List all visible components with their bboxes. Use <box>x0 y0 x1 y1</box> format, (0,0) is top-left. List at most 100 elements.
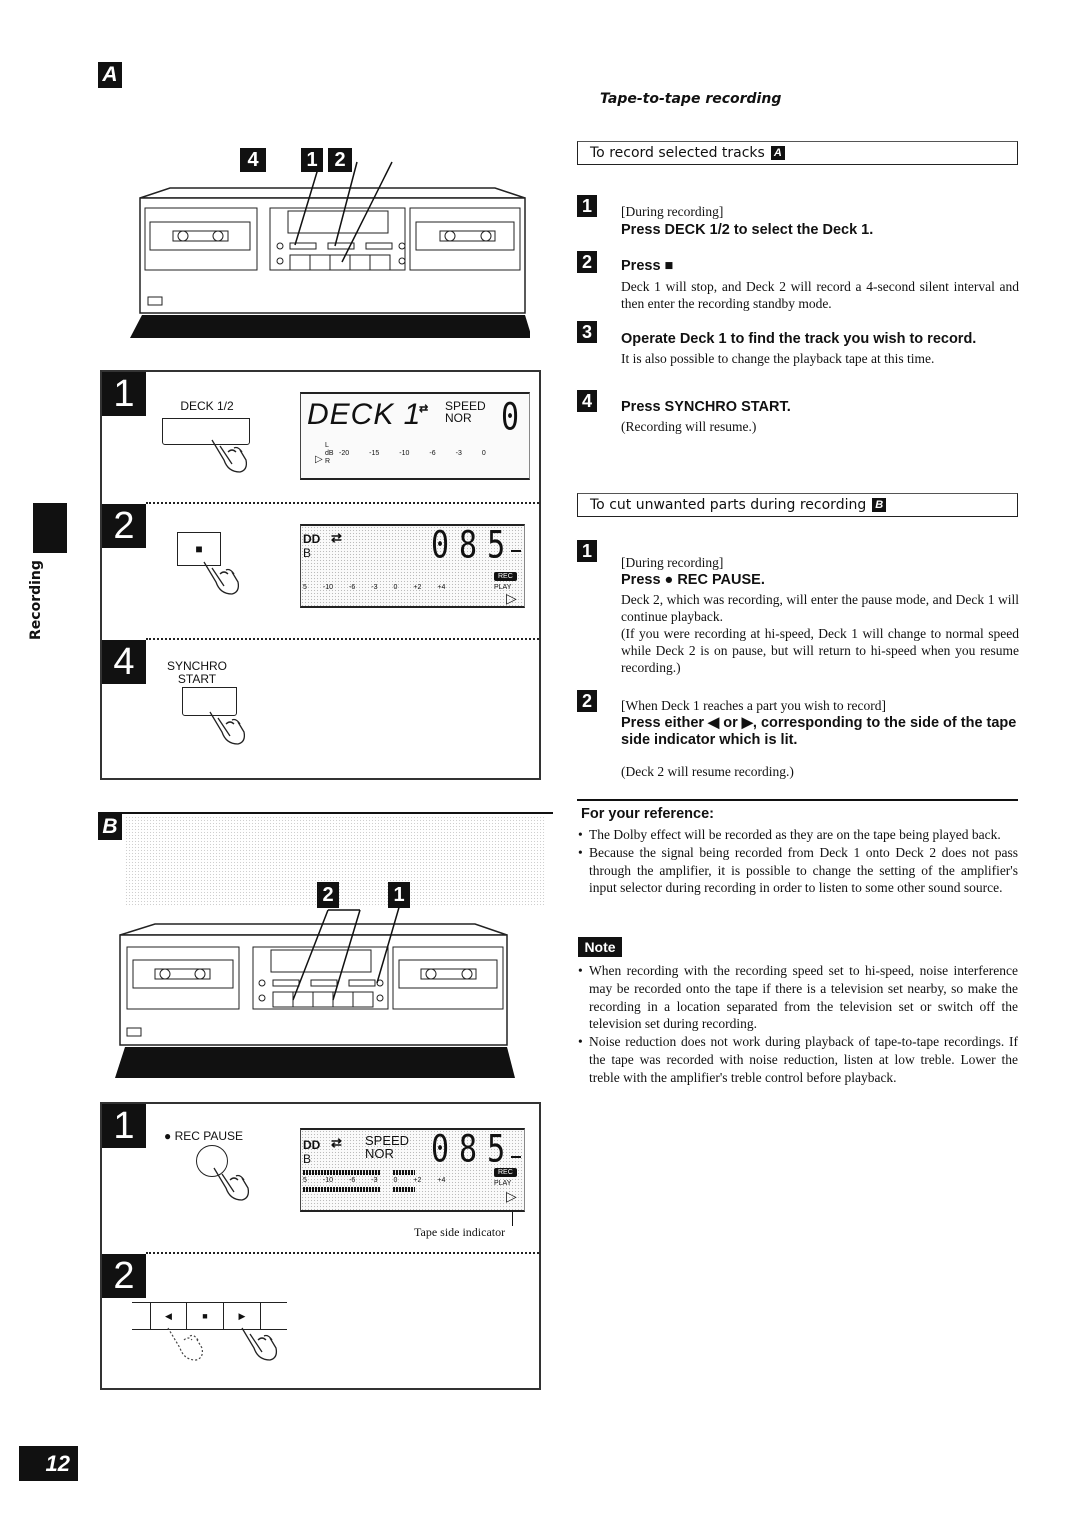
step-a3: Operate Deck 1 to find the track you wis… <box>621 331 1019 367</box>
scale-tick: +4 <box>437 584 446 591</box>
deck-1-2-label: DECK 1/2 <box>180 399 234 413</box>
section-a-marker: A <box>98 62 122 88</box>
page-title: Tape-to-tape recording <box>600 91 782 107</box>
callout-4: 4 <box>240 148 266 172</box>
scale-tick: -20 <box>339 450 350 457</box>
dolby-arrows-icon: ⇄ <box>331 1135 342 1150</box>
section-a-heading: To record selected tracks A <box>577 141 1018 165</box>
reference-item: The Dolby effect will be recorded as the… <box>578 826 1018 844</box>
lcd-display: DD ⇄ B SPEED NOR 085 5 -10 -6 -3 0 +2 +4… <box>300 1128 525 1212</box>
scale-tick: -10 <box>322 584 334 591</box>
step-instruction: Press ■ <box>621 258 674 274</box>
step-a4: Press SYNCHRO START. (Recording will res… <box>621 399 1019 435</box>
scale-tick: 5 <box>303 584 307 591</box>
section-b-heading: To cut unwanted parts during recording B <box>577 493 1018 517</box>
scale-tick: 0 <box>393 584 398 591</box>
scale-tick: -3 <box>371 584 378 591</box>
chapter-tab <box>33 503 67 553</box>
scale-tick: -10 <box>322 1177 334 1184</box>
figure-b-deck: 2 1 <box>115 880 515 1080</box>
panel-step-1: 1 DECK 1/2 DECK 1 ⇄ SPEED NOR 0 L dB R ▷… <box>102 372 539 497</box>
step-badge: 1 <box>102 1104 146 1148</box>
lcd-display: DD ⇄ B 085 5 -10 -6 -3 0 +2 +4 REC PLAY … <box>300 524 525 608</box>
counter-cursor <box>511 1156 521 1158</box>
dolby-arrows-icon: ⇄ <box>419 403 429 415</box>
step-description: Deck 1 will stop, and Deck 2 will record… <box>621 279 1019 311</box>
scale-tick: 0 <box>481 450 486 457</box>
callout-1: 1 <box>301 148 323 172</box>
step-condition: [When Deck 1 reaches a part you wish to … <box>621 698 887 713</box>
cassette-deck-illustration <box>115 903 515 1078</box>
step-number: 2 <box>577 690 597 712</box>
lcd-display: DECK 1 ⇄ SPEED NOR 0 L dB R ▷ -20 -15 -1… <box>300 392 530 480</box>
step-instruction: Press SYNCHRO START. <box>621 399 791 415</box>
lcd-counter: 085 <box>431 1127 516 1172</box>
db-label: dB <box>325 450 334 457</box>
callout-1: 1 <box>388 882 410 908</box>
level-meter-l-peak <box>393 1170 415 1175</box>
pressing-hand-icon <box>203 561 240 595</box>
callout-2: 2 <box>317 882 339 908</box>
panel-step-2: 2 ◀ ■ ▶ <box>102 1254 539 1390</box>
step-instruction: Press either ◀ or ▶, corresponding to th… <box>621 715 1017 748</box>
scale-tick: -3 <box>455 450 462 457</box>
step-a1: [During recording] Press DECK 1/2 to sel… <box>621 203 1019 239</box>
step-badge: 4 <box>102 640 146 684</box>
reference-title: For your reference: <box>581 806 714 822</box>
rec-pause-label: ● REC PAUSE <box>164 1129 244 1143</box>
dolby-icon: DD <box>303 532 321 546</box>
reference-rule <box>577 799 1018 801</box>
step-instruction: Press ● REC PAUSE. <box>621 572 765 588</box>
step-badge: 2 <box>102 1254 146 1298</box>
level-scale: -20 -15 -10 -6 -3 0 <box>339 450 486 457</box>
channel-l: L <box>325 442 329 449</box>
dolby-icon: DD <box>303 1138 321 1152</box>
step-b2: [When Deck 1 reaches a part you wish to … <box>621 697 1019 780</box>
step-description-note: (If you were recording at hi-speed, Deck… <box>621 626 1019 675</box>
rec-badge: REC <box>494 572 517 581</box>
step-instruction: Press DECK 1/2 to select the Deck 1. <box>621 222 874 238</box>
lcd-deck-text: DECK 1 <box>307 398 422 431</box>
scale-tick: 5 <box>303 1177 307 1184</box>
scale-tick: +4 <box>437 1177 446 1184</box>
scale-tick: 0 <box>393 1177 398 1184</box>
note-list: When recording with the recording speed … <box>578 962 1018 1087</box>
pressing-hand-icon <box>213 1167 250 1201</box>
panel-step-4: 4 SYNCHRO START <box>102 640 539 780</box>
section-b-rule <box>98 812 553 814</box>
lcd-counter: 0 <box>501 395 530 440</box>
section-a-title: To record selected tracks <box>590 145 765 161</box>
panel-step-2: 2 ■ DD ⇄ B 085 5 -10 -6 -3 0 +2 +4 REC P… <box>102 504 539 634</box>
scale-tick: -15 <box>369 450 380 457</box>
section-b-title: To cut unwanted parts during recording <box>590 497 867 513</box>
reference-list: The Dolby effect will be recorded as the… <box>578 826 1018 897</box>
step-description: (Recording will resume.) <box>621 419 757 434</box>
scale-tick: -10 <box>399 450 410 457</box>
pressing-hand-icon <box>211 439 248 473</box>
scale-tick: +2 <box>413 584 422 591</box>
step-description: Deck 2, which was recording, will enter … <box>621 592 1019 624</box>
callout-2: 2 <box>328 148 352 172</box>
panel-step-1: 1 ● REC PAUSE DD ⇄ B SPEED NOR 085 5 -10… <box>102 1104 539 1254</box>
step-number: 2 <box>577 251 597 273</box>
figure-a-deck: 4 1 2 <box>130 140 532 340</box>
tape-side-indicator-caption: Tape side indicator <box>414 1225 506 1239</box>
start-label: START <box>177 672 217 686</box>
scale-tick: +2 <box>413 1177 422 1184</box>
channel-r: R <box>325 458 331 465</box>
pressing-hand-icon <box>241 1327 278 1361</box>
pressing-hand-dashed-icon <box>167 1327 203 1361</box>
step-a2: Press ■ Deck 1 will stop, and Deck 2 wil… <box>621 258 1019 312</box>
step-number: 4 <box>577 390 597 412</box>
step-description: (Deck 2 will resume recording.) <box>621 764 794 779</box>
level-meter-l <box>303 1170 381 1175</box>
step-description: It is also possible to change the playba… <box>621 351 935 366</box>
b-label: B <box>303 1152 312 1166</box>
b-label: B <box>303 546 312 560</box>
play-label: PLAY <box>494 1180 512 1187</box>
reference-item: Because the signal being recorded from D… <box>578 844 1018 897</box>
leader-line <box>512 1212 513 1226</box>
speed-value: NOR <box>365 1146 394 1161</box>
counter-cursor <box>511 550 521 552</box>
section-b-badge: B <box>872 498 887 512</box>
